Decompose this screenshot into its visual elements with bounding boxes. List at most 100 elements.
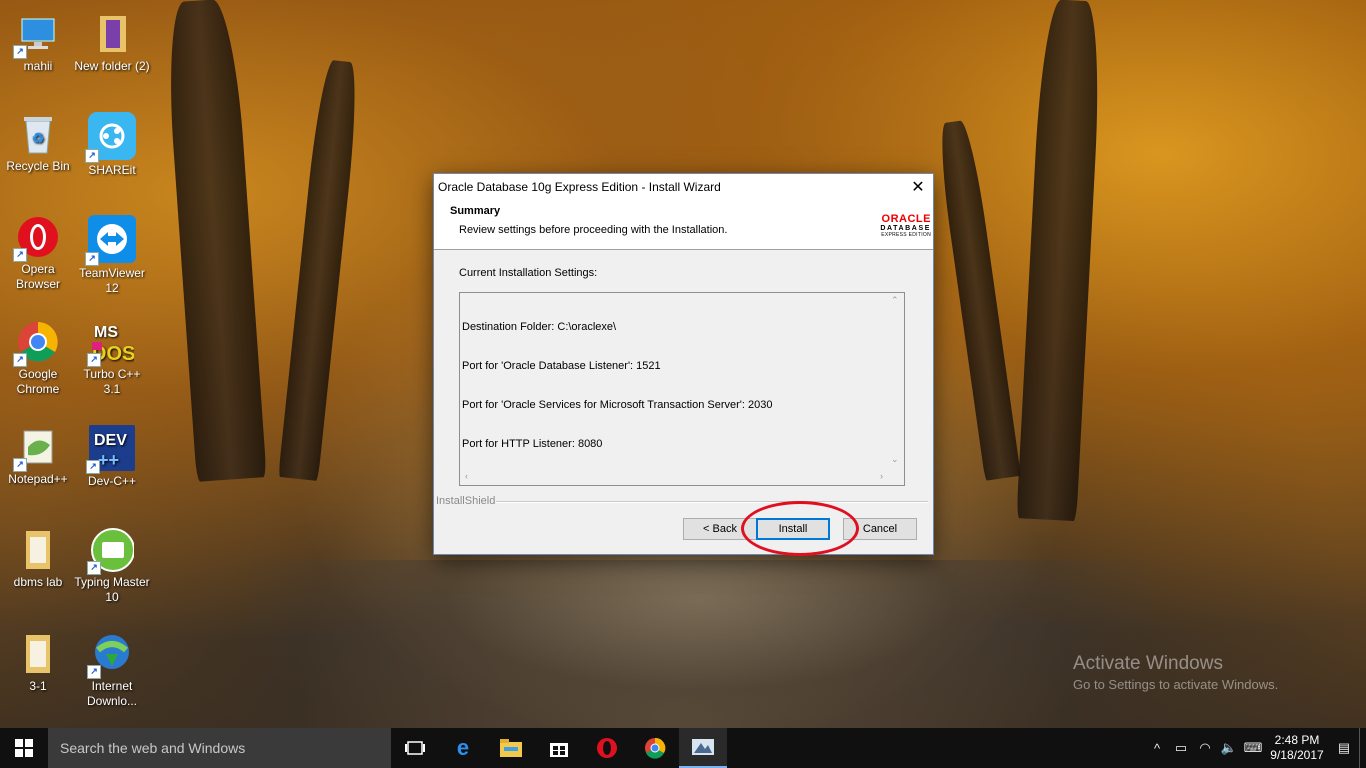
wallpaper-tree — [935, 119, 1021, 481]
desktop-icon-mahii[interactable]: ↗ mahii — [0, 12, 76, 74]
folder-icon — [90, 12, 134, 56]
volume-icon[interactable]: 🔈 — [1217, 740, 1241, 756]
clock-time: 2:48 PM — [1274, 733, 1320, 747]
desktop-icon-label: Recycle Bin — [6, 159, 70, 173]
install-wizard-dialog: Oracle Database 10g Express Edition - In… — [433, 173, 934, 555]
desktop-icon-chrome[interactable]: ↗ Google Chrome — [0, 320, 76, 397]
chrome-icon: ↗ — [13, 320, 60, 367]
wallpaper-tree — [278, 59, 362, 481]
desktop-icon-label: SHAREit — [88, 163, 136, 177]
clock-date: 9/18/2017 — [1270, 748, 1324, 762]
scroll-down-arrow-icon[interactable]: ⌄ — [891, 454, 899, 465]
scroll-right-arrow-icon[interactable]: › — [880, 471, 883, 481]
dialog-header: Summary Review settings before proceedin… — [434, 199, 933, 250]
summary-subheading: Review settings before proceeding with t… — [459, 224, 728, 236]
desktop-icon-turbo-cpp[interactable]: MS DOS ↗ Turbo C++ 3.1 — [74, 320, 150, 397]
keyboard-icon[interactable]: ⌨ — [1241, 740, 1265, 756]
dialog-titlebar[interactable]: Oracle Database 10g Express Edition - In… — [434, 174, 933, 199]
horizontal-scrollbar[interactable]: ‹ › — [460, 469, 888, 485]
store-icon[interactable] — [535, 728, 583, 768]
svg-text:MS: MS — [94, 324, 118, 341]
folder-icon — [16, 528, 60, 572]
edge-icon[interactable]: e — [439, 728, 487, 768]
desktop-icon-label: Notepad++ — [8, 472, 68, 486]
svg-text:♻: ♻ — [32, 130, 45, 146]
settings-line: Port for 'Oracle Services for Microsoft … — [462, 399, 773, 411]
internet-download-manager-icon: ↗ — [87, 632, 134, 679]
settings-line: Port for HTTP Listener: 8080 — [462, 438, 603, 450]
svg-text:DEV: DEV — [94, 432, 127, 449]
wifi-icon[interactable]: ◠ — [1193, 740, 1217, 756]
oracle-installer-taskbar-icon[interactable] — [679, 728, 727, 768]
desktop-icon-dev-cpp[interactable]: DEV ++ ↗ Dev-C++ — [74, 425, 150, 489]
taskbar-clock[interactable]: 2:48 PM 9/18/2017 — [1265, 733, 1329, 763]
file-explorer-icon[interactable] — [487, 728, 535, 768]
teamviewer-icon: ↗ — [85, 215, 136, 266]
dialog-title: Oracle Database 10g Express Edition - In… — [438, 179, 721, 194]
windows-logo-icon — [15, 739, 33, 757]
activate-windows-watermark: Activate Windows Go to Settings to activ… — [1073, 653, 1279, 692]
desktop-icon-label: Internet Downlo... — [86, 679, 138, 708]
opera-taskbar-icon[interactable] — [583, 728, 631, 768]
taskbar-search-box[interactable]: Search the web and Windows — [48, 728, 391, 768]
desktop-icon-label: Opera Browser — [15, 262, 60, 291]
close-button[interactable]: ✕ — [903, 174, 933, 199]
taskbar: Search the web and Windows e ^ ▭ ◠ 🔈 ⌨ 2… — [0, 728, 1366, 768]
cancel-button[interactable]: Cancel — [843, 518, 917, 540]
desktop-icon-label: Google Chrome — [16, 367, 60, 396]
settings-line: Destination Folder: C:\oraclexe\ — [462, 321, 617, 333]
install-button[interactable]: Install — [756, 518, 830, 540]
back-button[interactable]: < Back — [683, 518, 757, 540]
installshield-label: InstallShield — [436, 495, 496, 507]
summary-heading: Summary — [450, 205, 501, 217]
settings-label: Current Installation Settings: — [459, 267, 598, 279]
desktop-icon-dbms-lab[interactable]: dbms lab — [0, 528, 76, 590]
desktop-icon-3-1[interactable]: 3-1 — [0, 632, 76, 694]
computer-icon: ↗ — [13, 12, 60, 59]
desktop-icon-label: Typing Master 10 — [74, 575, 150, 604]
typing-master-icon: ↗ — [87, 528, 134, 575]
show-hidden-icons-chevron-icon[interactable]: ^ — [1145, 741, 1169, 756]
dev-cpp-icon: DEV ++ ↗ — [86, 425, 135, 474]
start-button[interactable] — [0, 728, 48, 768]
settings-text: Destination Folder: C:\oraclexe\ Port fo… — [462, 295, 772, 477]
scroll-left-arrow-icon[interactable]: ‹ — [465, 471, 468, 481]
separator — [496, 501, 928, 503]
desktop-icon-shareit[interactable]: ↗ SHAREit — [74, 112, 150, 178]
recycle-bin-icon: ♻ — [16, 112, 60, 156]
desktop-icon-teamviewer[interactable]: ↗ TeamViewer 12 — [74, 215, 150, 296]
desktop-icon-opera[interactable]: ↗ Opera Browser — [0, 215, 76, 292]
settings-line: Port for 'Oracle Database Listener': 152… — [462, 360, 661, 372]
settings-textarea[interactable]: Destination Folder: C:\oraclexe\ Port fo… — [459, 292, 905, 486]
system-tray: ^ ▭ ◠ 🔈 ⌨ 2:48 PM 9/18/2017 ▤ — [1145, 728, 1366, 768]
desktop-icon-idm[interactable]: ↗ Internet Downlo... — [74, 632, 150, 709]
show-desktop-button[interactable] — [1359, 728, 1366, 768]
desktop-icon-label: Dev-C++ — [87, 474, 137, 488]
search-placeholder: Search the web and Windows — [60, 740, 246, 756]
folder-icon — [16, 632, 60, 676]
turbo-cpp-icon: MS DOS ↗ — [87, 320, 134, 367]
opera-icon: ↗ — [13, 215, 60, 262]
wallpaper-tree — [163, 0, 267, 482]
desktop-icon-label: New folder (2) — [74, 59, 150, 73]
desktop-icon-typing-master[interactable]: ↗ Typing Master 10 — [74, 528, 150, 605]
desktop-icon-notepad-pp[interactable]: ↗ Notepad++ — [0, 425, 76, 487]
desktop-icon-label: dbms lab — [13, 575, 63, 589]
desktop-icon-recycle-bin[interactable]: ♻ Recycle Bin — [0, 112, 76, 174]
notepad-pp-icon: ↗ — [13, 425, 60, 472]
svg-text:++: ++ — [98, 450, 119, 470]
desktop-icon-label: mahii — [23, 59, 53, 73]
desktop-icon-label: Turbo C++ 3.1 — [83, 367, 141, 396]
desktop-icon-label: TeamViewer 12 — [79, 266, 145, 295]
desktop-icon-new-folder[interactable]: New folder (2) — [74, 12, 150, 74]
shareit-icon: ↗ — [85, 112, 136, 163]
task-view-icon[interactable] — [391, 728, 439, 768]
action-center-icon[interactable]: ▤ — [1329, 740, 1359, 756]
battery-icon[interactable]: ▭ — [1169, 740, 1193, 756]
desktop-icon-label: 3-1 — [29, 679, 47, 693]
chrome-taskbar-icon[interactable] — [631, 728, 679, 768]
oracle-logo: ORACLE DATABASE EXPRESS EDITION — [880, 213, 931, 238]
vertical-scrollbar[interactable]: ⌃ ⌄ — [888, 293, 904, 467]
scroll-up-arrow-icon[interactable]: ⌃ — [891, 295, 899, 306]
wallpaper-tree — [1016, 0, 1104, 522]
